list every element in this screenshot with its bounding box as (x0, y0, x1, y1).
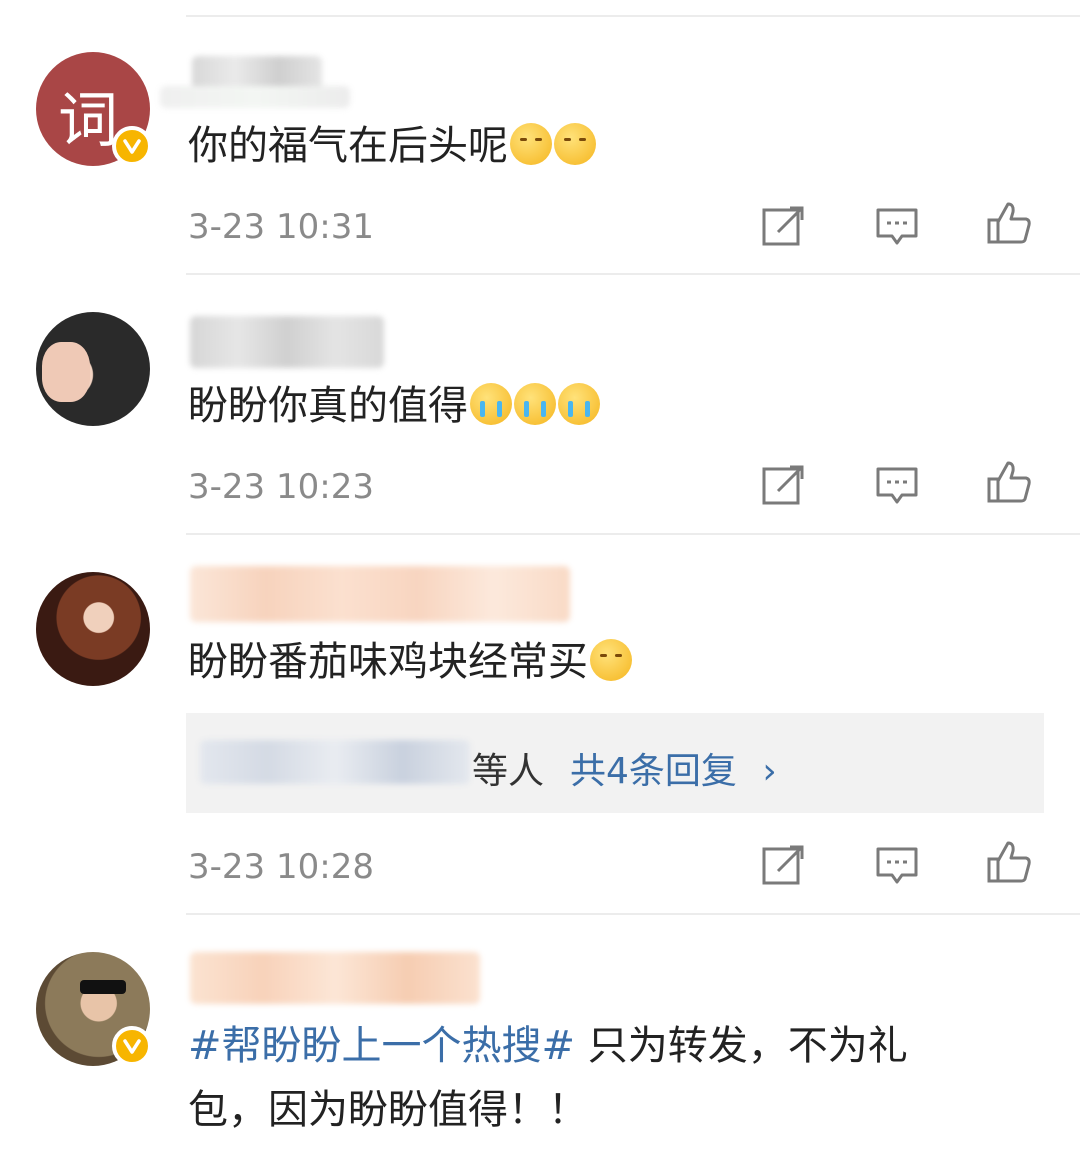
verified-badge-icon (112, 1026, 152, 1066)
username-blurred[interactable] (190, 316, 384, 368)
comment-text-line2: 包，因为盼盼值得！！ (188, 1087, 588, 1133)
username-blurred[interactable] (190, 566, 570, 622)
comment-body: 盼盼番茄味鸡块经常买 (188, 639, 588, 685)
crying-emoji-icon (470, 383, 512, 425)
view-replies-label: 共4条回复 (570, 751, 737, 792)
like-icon[interactable] (986, 459, 1032, 505)
comment-text: 你的福气在后头呢 (188, 120, 596, 172)
avatar[interactable] (36, 572, 150, 686)
like-icon[interactable] (986, 200, 1032, 246)
chevron-right-icon: › (762, 751, 777, 792)
comment-text: 盼盼你真的值得 (188, 380, 600, 432)
divider (186, 15, 1080, 17)
avatar-logo-text: 词 (58, 86, 118, 156)
crying-emoji-icon (558, 383, 600, 425)
username-blurred-extra (160, 86, 350, 108)
comment-body: 你的福气在后头呢 (188, 123, 508, 169)
comment-icon[interactable] (874, 204, 920, 250)
reply-suffix: 等人 (472, 751, 545, 792)
view-replies-link[interactable]: 共4条回复 › (570, 742, 777, 794)
verified-badge-icon (112, 126, 152, 166)
comment-text: #帮盼盼上一个热搜# 只为转发，不为礼 (188, 1020, 908, 1072)
repost-icon[interactable] (760, 204, 806, 250)
comment-text: 盼盼番茄味鸡块经常买 (188, 636, 632, 688)
divider (186, 533, 1080, 535)
kiss-emoji-icon (510, 123, 552, 165)
reply-users-blurred[interactable] (200, 740, 470, 784)
timestamp: 3-23 10:28 (188, 847, 374, 887)
divider (186, 273, 1080, 275)
crying-emoji-icon (514, 383, 556, 425)
comment-body: 只为转发，不为礼 (575, 1023, 908, 1069)
comment-body: 盼盼你真的值得 (188, 383, 468, 429)
kiss-emoji-icon (554, 123, 596, 165)
comment-icon[interactable] (874, 843, 920, 889)
username-blurred[interactable] (190, 952, 480, 1004)
hashtag-link[interactable]: #帮盼盼上一个热搜# (188, 1023, 575, 1069)
avatar[interactable] (36, 312, 150, 426)
divider (186, 913, 1080, 915)
timestamp: 3-23 10:31 (188, 207, 374, 247)
repost-icon[interactable] (760, 843, 806, 889)
like-icon[interactable] (986, 839, 1032, 885)
timestamp: 3-23 10:23 (188, 467, 374, 507)
repost-icon[interactable] (760, 463, 806, 509)
comment-icon[interactable] (874, 463, 920, 509)
yum-emoji-icon (590, 639, 632, 681)
